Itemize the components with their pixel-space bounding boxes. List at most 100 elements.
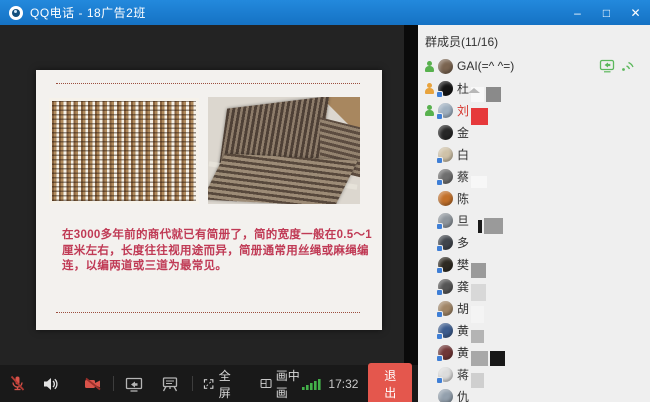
camera-muted-icon[interactable] <box>83 375 103 393</box>
member-name: 蔡 <box>457 168 469 185</box>
microphone-muted-icon[interactable] <box>8 374 27 393</box>
member-row[interactable]: 胡 <box>418 297 650 319</box>
member-name: 陈 <box>457 190 469 207</box>
member-name: 黄 <box>457 344 469 361</box>
member-row[interactable]: 蒋 <box>418 363 650 385</box>
pip-label: 画中画 <box>276 367 302 401</box>
censor-triangle <box>468 88 480 93</box>
screen-sharing-icon <box>599 59 616 73</box>
member-row[interactable]: 龚 <box>418 275 650 297</box>
bamboo-book-image <box>208 97 360 204</box>
member-avatar <box>438 81 453 96</box>
title-bar: QQ电话 - 18广告2班 – □ ✕ <box>0 0 650 25</box>
member-avatar <box>438 235 453 250</box>
member-name: 龚 <box>457 278 469 295</box>
member-avatar <box>438 191 453 206</box>
slide-bottom-divider <box>56 312 360 313</box>
status-badge <box>436 333 443 340</box>
member-name: 多 <box>457 234 469 251</box>
picture-in-picture-icon <box>260 376 272 391</box>
member-row[interactable]: 陈 <box>418 187 650 209</box>
call-toolbar: 全屏 画中画 17:32 退出 <box>0 365 418 402</box>
member-avatar <box>438 301 453 316</box>
qq-video-call-icon <box>9 6 23 20</box>
status-badge <box>436 355 443 362</box>
status-badge <box>436 91 443 98</box>
group-members-panel: 群成员(11/16) GAI(=^ ^=) 杜 <box>418 25 650 402</box>
speaking-status-icon <box>423 82 435 94</box>
whiteboard-icon[interactable] <box>160 375 180 393</box>
member-row[interactable]: 樊 <box>418 253 650 275</box>
status-badge <box>436 223 443 230</box>
slide-paragraph: 在3000多年前的商代就已有简册了，简的宽度一般在0.5～1厘米左右，长度往往视… <box>62 228 376 275</box>
exit-call-button[interactable]: 退出 <box>368 363 412 402</box>
member-row[interactable]: GAI(=^ ^=) <box>418 55 650 77</box>
member-avatar <box>438 257 453 272</box>
member-name: 金 <box>457 124 469 141</box>
member-avatar <box>438 125 453 140</box>
member-avatar <box>438 213 453 228</box>
member-name: 蒋 <box>457 366 469 383</box>
member-avatar <box>438 367 453 382</box>
fullscreen-icon <box>203 376 214 392</box>
speaking-volume-icon <box>621 59 634 73</box>
member-avatar <box>438 103 453 118</box>
status-badge <box>436 157 443 164</box>
member-row[interactable]: 蔡 <box>418 165 650 187</box>
members-header: 群成员(11/16) <box>418 25 650 55</box>
member-list: GAI(=^ ^=) 杜 刘 <box>418 55 650 402</box>
member-row[interactable]: 旦 <box>418 209 650 231</box>
member-avatar <box>438 279 453 294</box>
member-row[interactable]: 仇 <box>418 385 650 402</box>
bamboo-slips-image <box>52 101 196 201</box>
fullscreen-button[interactable]: 全屏 <box>203 367 235 401</box>
member-name: 黄 <box>457 322 469 339</box>
speaking-status-icon <box>423 104 435 116</box>
member-row[interactable]: 刘 <box>418 99 650 121</box>
bamboo-book-flat-panel <box>208 153 358 204</box>
status-badge <box>436 289 443 296</box>
close-button[interactable]: ✕ <box>621 0 650 25</box>
status-badge <box>436 113 443 120</box>
member-avatar <box>438 323 453 338</box>
member-name: 白 <box>457 146 469 163</box>
member-avatar <box>438 389 453 402</box>
status-badge <box>436 267 443 274</box>
member-avatar <box>438 59 453 74</box>
member-avatar <box>438 147 453 162</box>
speaker-icon[interactable] <box>41 375 59 393</box>
status-badge <box>436 377 443 384</box>
member-row[interactable]: 黄 <box>418 341 650 363</box>
member-row[interactable]: 金 <box>418 121 650 143</box>
member-avatar <box>438 345 453 360</box>
fullscreen-label: 全屏 <box>219 367 236 401</box>
shared-screen-area: 在3000多年前的商代就已有简册了，简的宽度一般在0.5～1厘米左右，长度往往视… <box>0 25 418 365</box>
minimize-button[interactable]: – <box>563 0 592 25</box>
qq-call-window: QQ电话 - 18广告2班 – □ ✕ 在3000多年前的商代就已有简册了，简的… <box>0 0 650 402</box>
screen-share-icon[interactable] <box>124 375 144 393</box>
member-row[interactable]: 杜 <box>418 77 650 99</box>
pip-button[interactable]: 画中画 <box>260 367 302 401</box>
member-name: 胡 <box>457 300 469 317</box>
member-avatar <box>438 169 453 184</box>
member-name: 旦 <box>457 212 469 229</box>
window-title: QQ电话 - 18广告2班 <box>30 4 146 21</box>
member-row[interactable]: 黄 <box>418 319 650 341</box>
member-row[interactable]: 多 <box>418 231 650 253</box>
maximize-button[interactable]: □ <box>592 0 621 25</box>
slide-top-divider <box>56 83 360 84</box>
window-controls: – □ ✕ <box>563 0 650 25</box>
member-name: 仇 <box>457 388 469 402</box>
member-name: GAI(=^ ^=) <box>457 59 514 73</box>
toolbar-divider <box>113 376 114 391</box>
member-activity-icons <box>599 59 650 73</box>
video-letterbox-strip <box>404 25 418 365</box>
presentation-slide: 在3000多年前的商代就已有简册了，简的宽度一般在0.5～1厘米左右，长度往往视… <box>36 70 382 330</box>
member-row[interactable]: 白 <box>418 143 650 165</box>
toolbar-divider <box>192 376 193 391</box>
speaking-status-icon <box>423 60 435 72</box>
status-badge <box>436 179 443 186</box>
member-name: 樊 <box>457 256 469 273</box>
status-badge <box>436 311 443 318</box>
status-badge <box>436 245 443 252</box>
